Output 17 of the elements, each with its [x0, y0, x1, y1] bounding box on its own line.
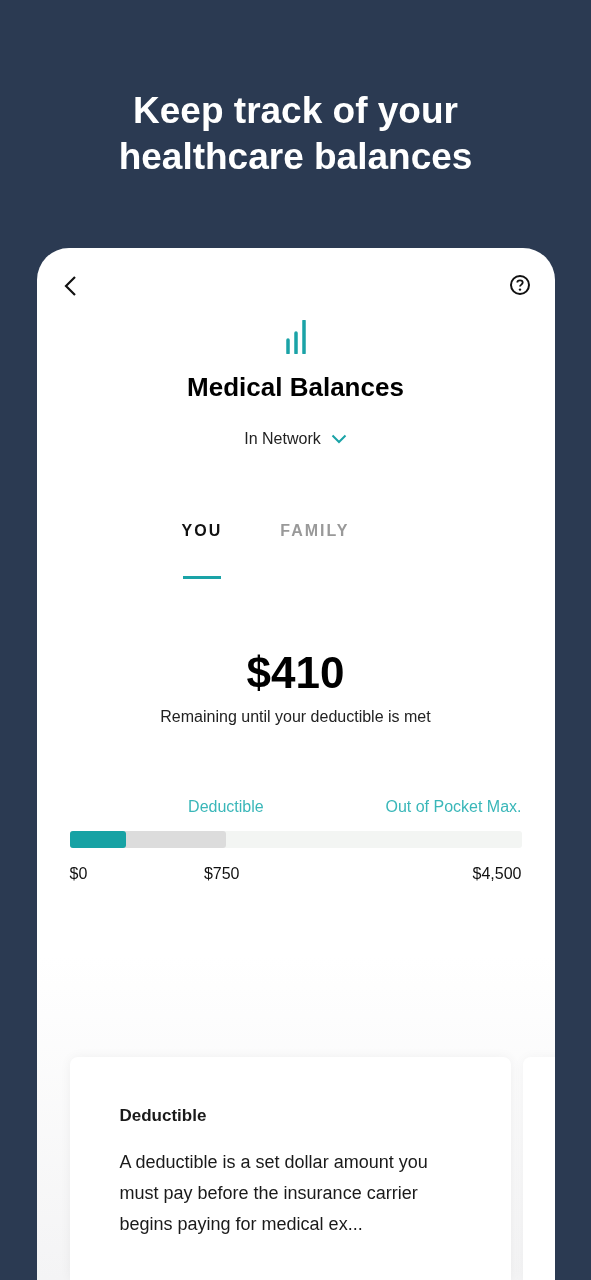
- headline: Keep track of your healthcare balances: [117, 89, 474, 179]
- min-value: $0: [69, 864, 88, 884]
- deductible-label: Deductible: [188, 797, 264, 817]
- bar-chart-icon: [284, 320, 307, 354]
- amount-caption: Remaining until your deductible is met: [160, 707, 431, 727]
- network-dropdown[interactable]: In Network: [244, 427, 347, 451]
- help-button[interactable]: [508, 274, 531, 296]
- card-description: A deductible is a set dollar amount you must pay before the insurance carrier begins paying for medical ex...: [119, 1150, 429, 1236]
- max-label: Out of Pocket Max.: [385, 797, 522, 817]
- tab[interactable]: YOU: [181, 519, 223, 579]
- card-title: Deductible: [119, 1105, 208, 1127]
- chevron-down-icon: [330, 434, 347, 444]
- remaining-amount: $410: [246, 647, 345, 699]
- screen-title: Medical Balances: [187, 371, 404, 404]
- help-icon: [508, 274, 531, 296]
- max-value: $4,500: [472, 864, 522, 884]
- deductible-value: $750: [203, 864, 240, 884]
